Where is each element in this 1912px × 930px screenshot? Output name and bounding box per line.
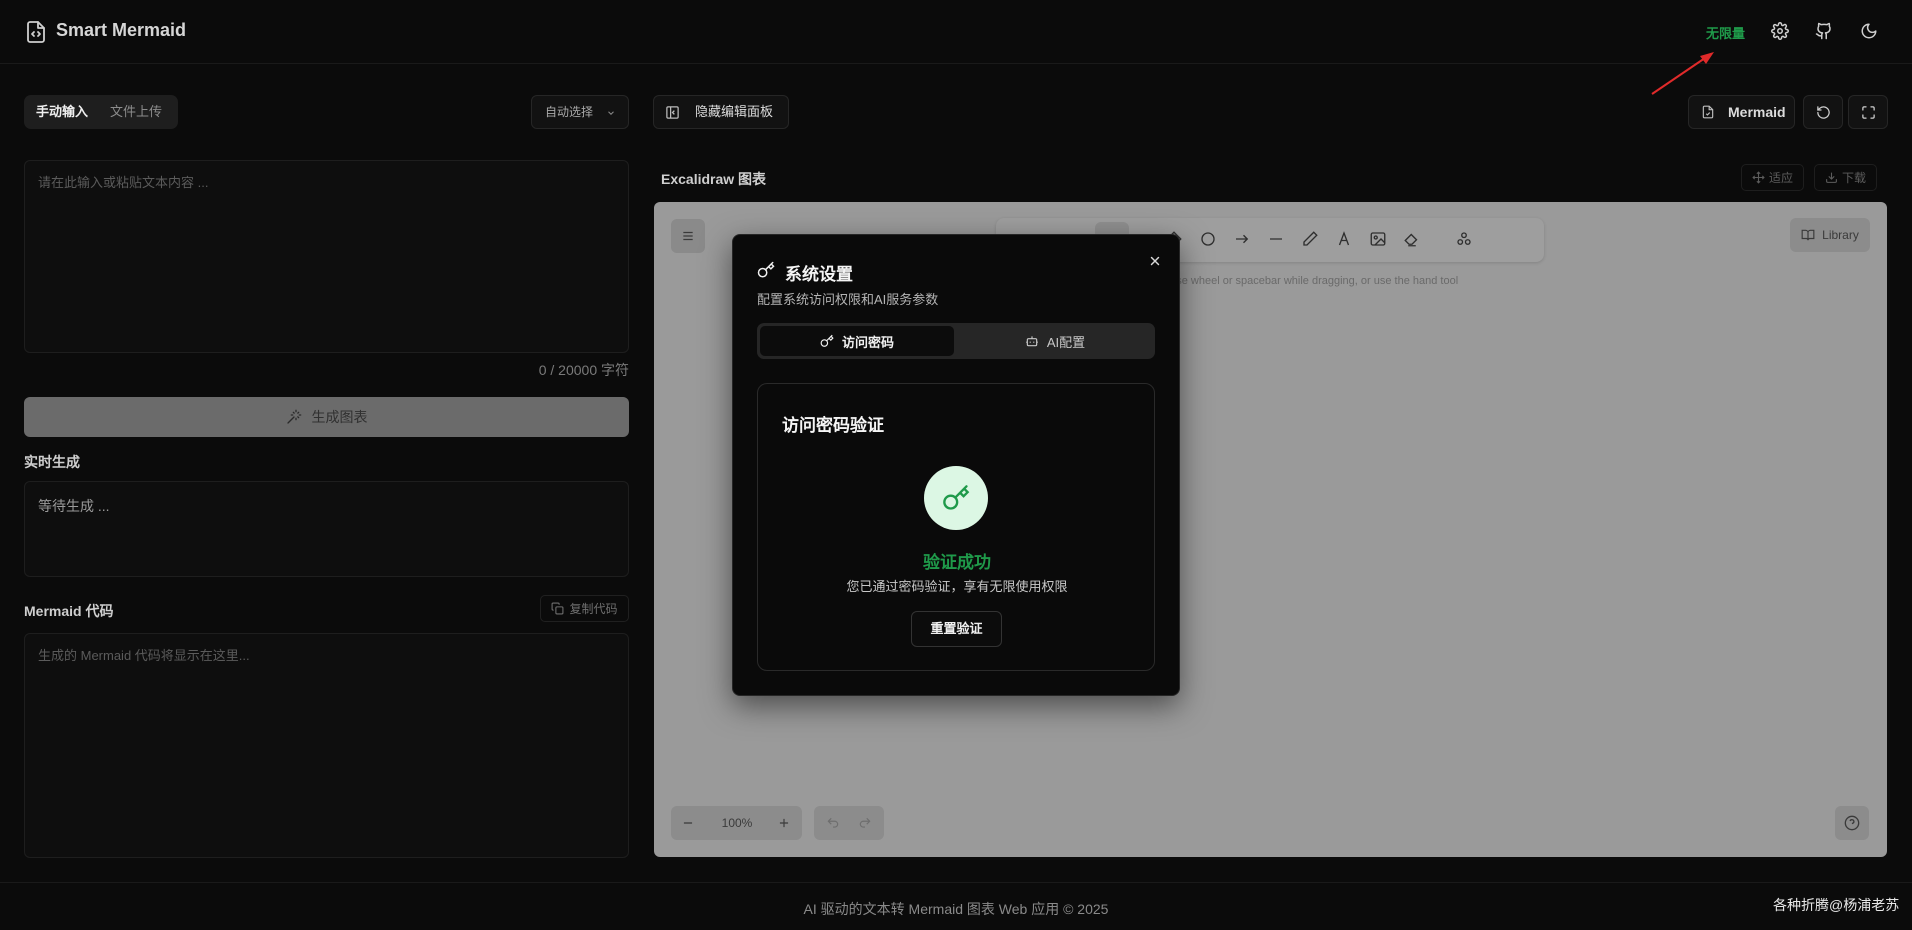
watermark: 各种折腾@杨浦老苏 <box>1773 897 1900 913</box>
canvas-title: Excalidraw 图表 <box>661 171 767 187</box>
copy-code-label: 复制代码 <box>569 602 618 616</box>
image-tool-icon[interactable] <box>1369 230 1387 248</box>
settings-dialog: 系统设置 配置系统访问权限和AI服务参数 访问密码 AI配置 访问密码验证 验证… <box>732 234 1180 696</box>
annotation-arrow-icon <box>1651 52 1714 95</box>
verify-success-description: 您已通过密码验证，享有无限使用权限 <box>846 579 1068 594</box>
realtime-output: 等待生成 ... <box>24 481 629 577</box>
text-input-area[interactable]: 请在此输入或粘贴文本内容 ... <box>24 160 629 353</box>
hide-editor-panel-label: 隐藏编辑面板 <box>695 104 774 119</box>
arrow-tool-icon[interactable] <box>1233 230 1251 248</box>
fullscreen-icon <box>1862 106 1875 119</box>
line-tool-icon[interactable] <box>1267 230 1285 248</box>
hide-editor-panel-button[interactable]: 隐藏编辑面板 <box>653 95 789 129</box>
generate-chart-button[interactable]: 生成图表 <box>24 397 629 437</box>
tab-ai-config[interactable]: AI配置 <box>958 326 1152 356</box>
fit-label: 适应 <box>1768 171 1793 185</box>
file-chart-icon <box>1702 105 1714 119</box>
unlimited-badge: 无限量 <box>1706 26 1746 41</box>
mermaid-code-area[interactable]: 生成的 Mermaid 代码将显示在这里... <box>24 633 629 858</box>
download-icon <box>1826 172 1837 183</box>
hamburger-icon <box>683 231 693 241</box>
key-icon <box>820 334 834 347</box>
dialog-title: 系统设置 <box>785 265 853 284</box>
tab-access-password-label: 访问密码 <box>841 334 894 350</box>
mermaid-view-label: Mermaid <box>1728 104 1786 120</box>
copy-icon <box>552 602 564 615</box>
help-icon <box>1844 815 1860 831</box>
dialog-subtitle: 配置系统访问权限和AI服务参数 <box>757 292 939 307</box>
canvas-menu-button[interactable] <box>671 219 705 253</box>
gear-icon[interactable] <box>1771 22 1791 42</box>
mermaid-code-label: Mermaid 代码 <box>24 603 114 619</box>
zoom-controls: 100% <box>671 806 802 840</box>
wand-icon <box>286 409 302 425</box>
app-title: Smart Mermaid <box>56 20 187 40</box>
tab-file-upload[interactable]: 文件上传 <box>110 95 162 129</box>
redo-icon[interactable] <box>858 816 872 830</box>
verify-card-title: 访问密码验证 <box>782 416 884 435</box>
shapes-tool-icon[interactable] <box>1455 230 1473 248</box>
library-label: Library <box>1822 228 1859 242</box>
book-icon <box>1801 229 1815 241</box>
model-select-value: 自动选择 <box>545 105 594 119</box>
generate-chart-label: 生成图表 <box>311 409 368 425</box>
model-select[interactable]: 自动选择 <box>531 95 629 129</box>
mermaid-view-button[interactable]: Mermaid <box>1688 95 1795 129</box>
fullscreen-button[interactable] <box>1848 95 1888 129</box>
undo-redo-controls <box>814 806 884 840</box>
verify-success-title: 验证成功 <box>923 553 991 572</box>
panel-left-icon <box>666 106 679 119</box>
key-icon <box>943 485 970 510</box>
app-header: Smart Mermaid 无限量 <box>0 0 1912 64</box>
chevron-down-icon <box>606 108 616 118</box>
download-label: 下载 <box>1841 171 1866 185</box>
close-icon[interactable] <box>1148 254 1162 268</box>
success-badge <box>924 466 988 530</box>
undo-icon[interactable] <box>826 816 840 830</box>
password-verify-card: 访问密码验证 验证成功 您已通过密码验证，享有无限使用权限 重置验证 <box>757 383 1155 671</box>
moon-icon[interactable] <box>1860 22 1880 42</box>
pencil-tool-icon[interactable] <box>1301 230 1319 248</box>
help-button[interactable] <box>1835 806 1869 840</box>
copy-code-button[interactable]: 复制代码 <box>540 595 629 622</box>
bot-icon <box>1026 336 1038 347</box>
canvas-hint: ouse wheel or spacebar while dragging, o… <box>1164 275 1459 287</box>
input-mode-tabs: 手动输入 文件上传 <box>24 95 178 129</box>
realtime-label: 实时生成 <box>24 454 80 470</box>
dialog-tabs: 访问密码 AI配置 <box>757 323 1155 359</box>
zoom-in-icon[interactable] <box>777 816 791 830</box>
download-button[interactable]: 下载 <box>1814 164 1877 191</box>
ellipse-tool-icon[interactable] <box>1199 230 1217 248</box>
key-icon <box>757 261 775 279</box>
fit-button[interactable]: 适应 <box>1741 164 1804 191</box>
tab-access-password[interactable]: 访问密码 <box>760 326 954 356</box>
char-count: 0 / 20000 字符 <box>538 362 629 378</box>
eraser-tool-icon[interactable] <box>1403 230 1421 248</box>
zoom-out-icon[interactable] <box>681 816 695 830</box>
move-icon <box>1752 171 1765 184</box>
refresh-icon <box>1817 106 1830 119</box>
github-icon[interactable] <box>1815 22 1835 42</box>
reset-verification-button[interactable]: 重置验证 <box>911 611 1002 647</box>
footer-text: AI 驱动的文本转 Mermaid 图表 Web 应用 © 2025 <box>803 901 1109 917</box>
footer-divider <box>0 882 1912 883</box>
tab-ai-config-label: AI配置 <box>1046 334 1086 350</box>
text-tool-icon[interactable] <box>1335 230 1353 248</box>
zoom-level[interactable]: 100% <box>719 816 755 830</box>
library-button[interactable]: Library <box>1790 218 1870 252</box>
tab-manual-input[interactable]: 手动输入 <box>36 95 88 129</box>
file-code-icon <box>24 20 48 44</box>
reset-view-button[interactable] <box>1803 95 1843 129</box>
